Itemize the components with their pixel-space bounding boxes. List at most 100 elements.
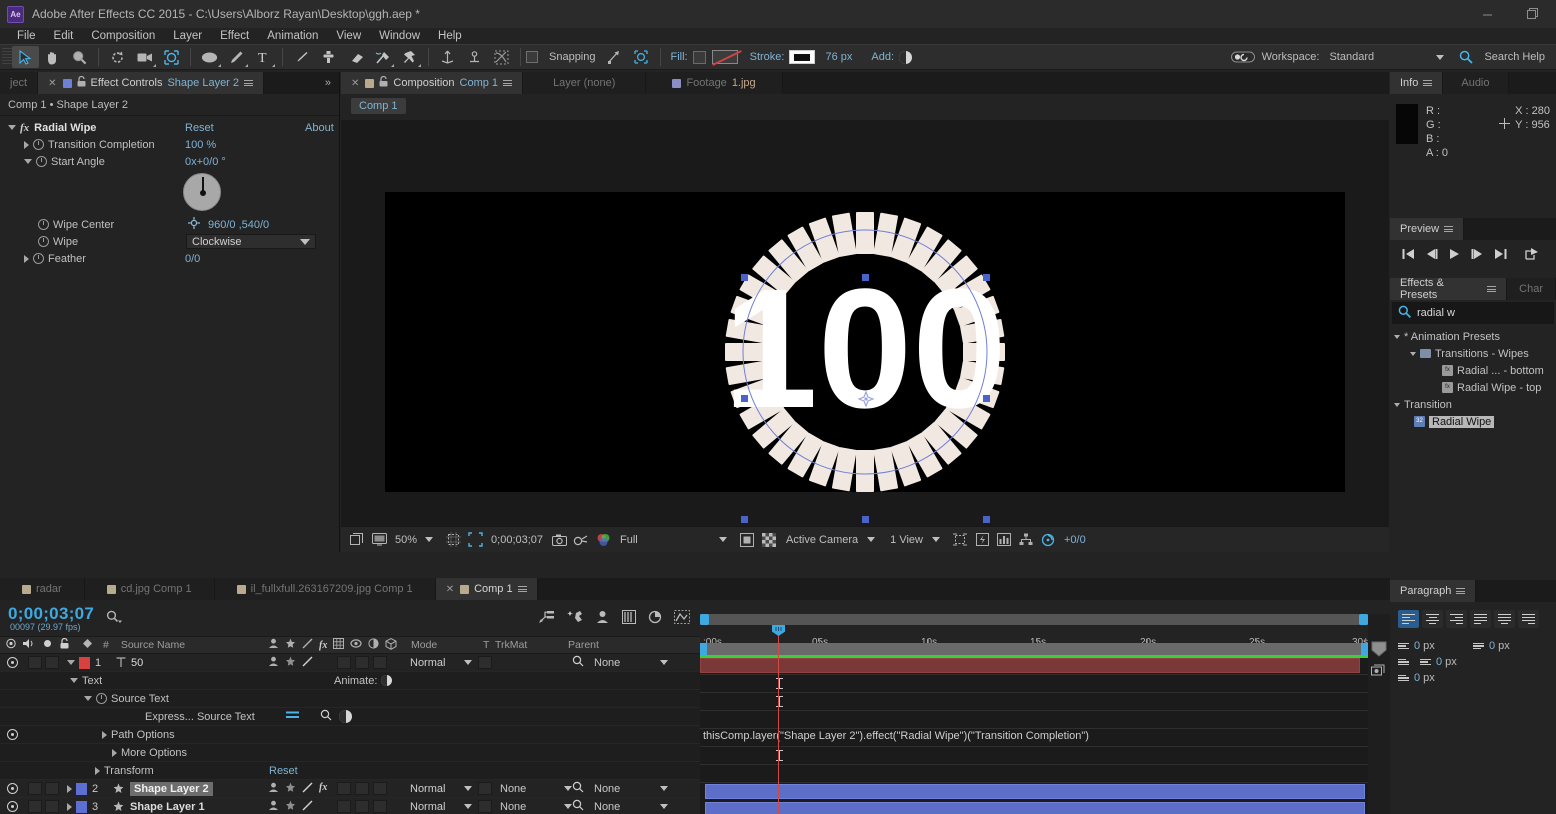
center-anchor-tool-icon[interactable] xyxy=(461,46,488,68)
magnification-value[interactable]: 50% xyxy=(391,534,421,546)
tab-ilfullxfull[interactable]: il_fullxfull.263167209.jpg Comp 1 xyxy=(214,578,436,600)
stopwatch-icon[interactable] xyxy=(96,693,107,704)
video-toggle-icon[interactable] xyxy=(7,801,18,812)
indent-first-line-field[interactable] xyxy=(1398,656,1418,668)
resolution-value[interactable]: Full xyxy=(615,534,715,546)
work-area-end-handle[interactable] xyxy=(1359,614,1368,625)
workspace-value[interactable]: Standard xyxy=(1329,51,1429,63)
track-matte-cell[interactable] xyxy=(478,800,492,813)
text-group-disclosure-icon[interactable] xyxy=(70,678,78,683)
comp-marker-icon[interactable] xyxy=(1371,641,1387,660)
viewer-timecode[interactable]: 0;00;03;07 xyxy=(487,534,547,546)
first-frame-icon[interactable] xyxy=(1402,248,1415,263)
rotation-tool-icon[interactable] xyxy=(104,46,131,68)
column-header-source-name[interactable]: Source Name xyxy=(121,639,185,651)
quality-icon[interactable] xyxy=(302,800,313,814)
layer-duration-bar-shape1[interactable] xyxy=(705,802,1365,814)
close-icon[interactable]: ✕ xyxy=(351,78,359,89)
mask-tool-icon[interactable] xyxy=(488,46,515,68)
layer-disclosure-icon[interactable] xyxy=(67,784,72,793)
switch-cell[interactable] xyxy=(355,782,369,795)
tab-radar[interactable]: radar xyxy=(0,578,85,600)
puppet-pin-tool-icon[interactable] xyxy=(396,46,423,68)
effect-about-link[interactable]: About xyxy=(305,122,334,134)
panel-menu-icon[interactable] xyxy=(503,80,513,86)
table-row[interactable]: Source Text xyxy=(0,690,700,708)
shy-icon[interactable] xyxy=(268,656,279,670)
tree-preset-radial-bottom[interactable]: fx Radial ... - bottom xyxy=(1390,362,1556,379)
stopwatch-icon[interactable] xyxy=(33,253,44,264)
justify-last-right-button[interactable] xyxy=(1518,610,1539,628)
eraser-tool-icon[interactable] xyxy=(342,46,369,68)
audio-toggle-cell[interactable] xyxy=(28,656,42,669)
effect-disclosure-triangle-icon[interactable] xyxy=(8,125,16,130)
menu-animation[interactable]: Animation xyxy=(258,28,327,44)
table-row[interactable]: Express... Source Text xyxy=(0,708,700,726)
fill-color-swatch[interactable] xyxy=(711,50,738,64)
feather-value[interactable]: 0/0 xyxy=(185,253,200,265)
layer-color-chip[interactable] xyxy=(79,656,90,669)
roto-brush-tool-icon[interactable] xyxy=(369,46,396,68)
pan-behind-tool-icon[interactable] xyxy=(158,46,185,68)
tree-group-transition[interactable]: Transition xyxy=(1390,396,1556,413)
selection-handle[interactable] xyxy=(862,274,869,281)
selection-handle[interactable] xyxy=(983,516,990,523)
snap-mode-icon[interactable] xyxy=(601,46,628,68)
panel-menu-icon[interactable] xyxy=(517,586,527,592)
tab-character[interactable]: Char xyxy=(1507,278,1556,300)
align-center-button[interactable] xyxy=(1422,610,1443,628)
main-viewer-icon[interactable] xyxy=(369,531,389,549)
stopwatch-icon[interactable] xyxy=(33,139,44,150)
tree-folder-transitions-wipes[interactable]: Transitions - Wipes xyxy=(1390,345,1556,362)
parent-pickwhip-icon[interactable] xyxy=(572,781,584,796)
graph-editor-toggle-icon[interactable] xyxy=(648,610,662,627)
shy-icon[interactable] xyxy=(268,782,279,796)
composition-mini-flowchart-icon[interactable] xyxy=(539,610,555,627)
start-angle-disclosure-icon[interactable] xyxy=(24,159,32,164)
animate-menu[interactable]: Animate: xyxy=(334,675,393,687)
solo-toggle-cell[interactable] xyxy=(45,656,59,669)
wipe-center-anchor-icon[interactable] xyxy=(188,217,200,232)
camera-chevron-down-icon[interactable] xyxy=(867,537,876,542)
layer-color-chip[interactable] xyxy=(76,800,87,813)
switch-cell[interactable] xyxy=(355,800,369,813)
minimize-icon[interactable] xyxy=(1464,0,1510,28)
work-area-start-handle[interactable] xyxy=(700,614,709,625)
comp-flowchart-icon[interactable] xyxy=(1016,531,1036,549)
track-matte-dropdown[interactable]: None xyxy=(500,783,573,795)
stroke-color-swatch[interactable] xyxy=(789,50,816,64)
current-timecode[interactable]: 0;00;03;07 xyxy=(0,604,94,624)
wipe-dropdown[interactable]: Clockwise xyxy=(186,234,316,249)
layer-source-name[interactable]: Shape Layer 1 xyxy=(130,801,205,813)
enable-frame-blending-icon[interactable] xyxy=(595,610,610,627)
menu-composition[interactable]: Composition xyxy=(82,28,164,44)
layer-color-chip[interactable] xyxy=(76,782,87,795)
justify-last-left-button[interactable] xyxy=(1470,610,1491,628)
close-icon[interactable]: ✕ xyxy=(48,78,56,89)
column-header-parent[interactable]: Parent xyxy=(568,639,599,651)
panel-menu-icon[interactable] xyxy=(1487,286,1497,292)
menu-effect[interactable]: Effect xyxy=(211,28,258,44)
text-tool-icon[interactable]: T xyxy=(250,46,277,68)
views-chevron-down-icon[interactable] xyxy=(932,537,940,542)
audio-toggle-cell[interactable] xyxy=(28,782,42,795)
last-frame-icon[interactable] xyxy=(1494,248,1507,263)
column-header-mode[interactable]: Mode xyxy=(411,639,437,651)
work-area-start-marker[interactable] xyxy=(700,643,707,655)
track-matte-dropdown[interactable]: None xyxy=(500,801,573,813)
selection-handle[interactable] xyxy=(983,274,990,281)
menu-window[interactable]: Window xyxy=(370,28,429,44)
tab-project[interactable]: ject xyxy=(0,72,39,94)
next-frame-icon[interactable] xyxy=(1471,248,1484,263)
expression-language-menu-icon[interactable] xyxy=(339,710,352,723)
resolution-chevron-down-icon[interactable] xyxy=(719,537,728,542)
table-row[interactable]: Text Animate: xyxy=(0,672,700,690)
magnification-chevron-down-icon[interactable] xyxy=(425,537,434,542)
source-text-disclosure-icon[interactable] xyxy=(84,696,92,701)
table-row[interactable]: 1 50 Normal None xyxy=(0,654,700,672)
hand-tool-icon[interactable] xyxy=(39,46,66,68)
snap-bounds-icon[interactable] xyxy=(628,46,655,68)
table-row[interactable]: Path Options xyxy=(0,726,700,744)
video-toggle-icon[interactable] xyxy=(7,729,18,740)
transition-completion-disclosure-icon[interactable] xyxy=(24,140,29,149)
